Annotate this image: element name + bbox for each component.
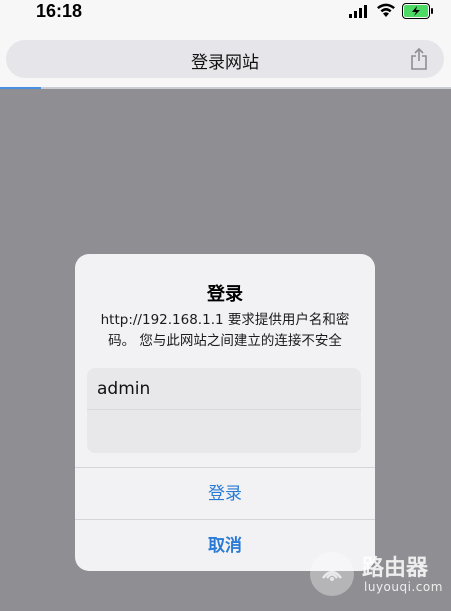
login-dialog: 登录 http://192.168.1.1 要求提供用户名和密码。 您与此网站之… <box>75 254 375 571</box>
status-time: 16:18 <box>36 1 83 21</box>
watermark-logo-icon <box>310 552 354 596</box>
share-icon[interactable] <box>410 48 428 70</box>
login-button[interactable]: 登录 <box>75 467 375 519</box>
dialog-title: 登录 <box>207 284 243 305</box>
battery-charging-icon <box>402 3 433 19</box>
watermark: 路由器 luyouqi.com <box>310 548 451 604</box>
page-title: 登录网站 <box>191 53 259 73</box>
watermark-text: 路由器 <box>362 556 429 581</box>
status-bar: 16:18 <box>0 0 451 30</box>
cellular-signal-icon <box>349 5 367 18</box>
watermark-url: luyouqi.com <box>364 580 443 594</box>
screen: 16:18 登录网站 登录 http://192.168.1.1 要求提供用户名… <box>0 0 451 611</box>
credentials-fields: admin <box>87 368 361 453</box>
username-field[interactable]: admin <box>87 368 361 410</box>
address-bar[interactable]: 登录网站 <box>6 40 444 78</box>
wifi-icon <box>377 3 395 17</box>
dialog-message: http://192.168.1.1 要求提供用户名和密码。 您与此网站之间建立… <box>100 312 350 349</box>
browser-nav: 登录网站 <box>0 30 451 88</box>
password-field[interactable] <box>87 411 361 453</box>
